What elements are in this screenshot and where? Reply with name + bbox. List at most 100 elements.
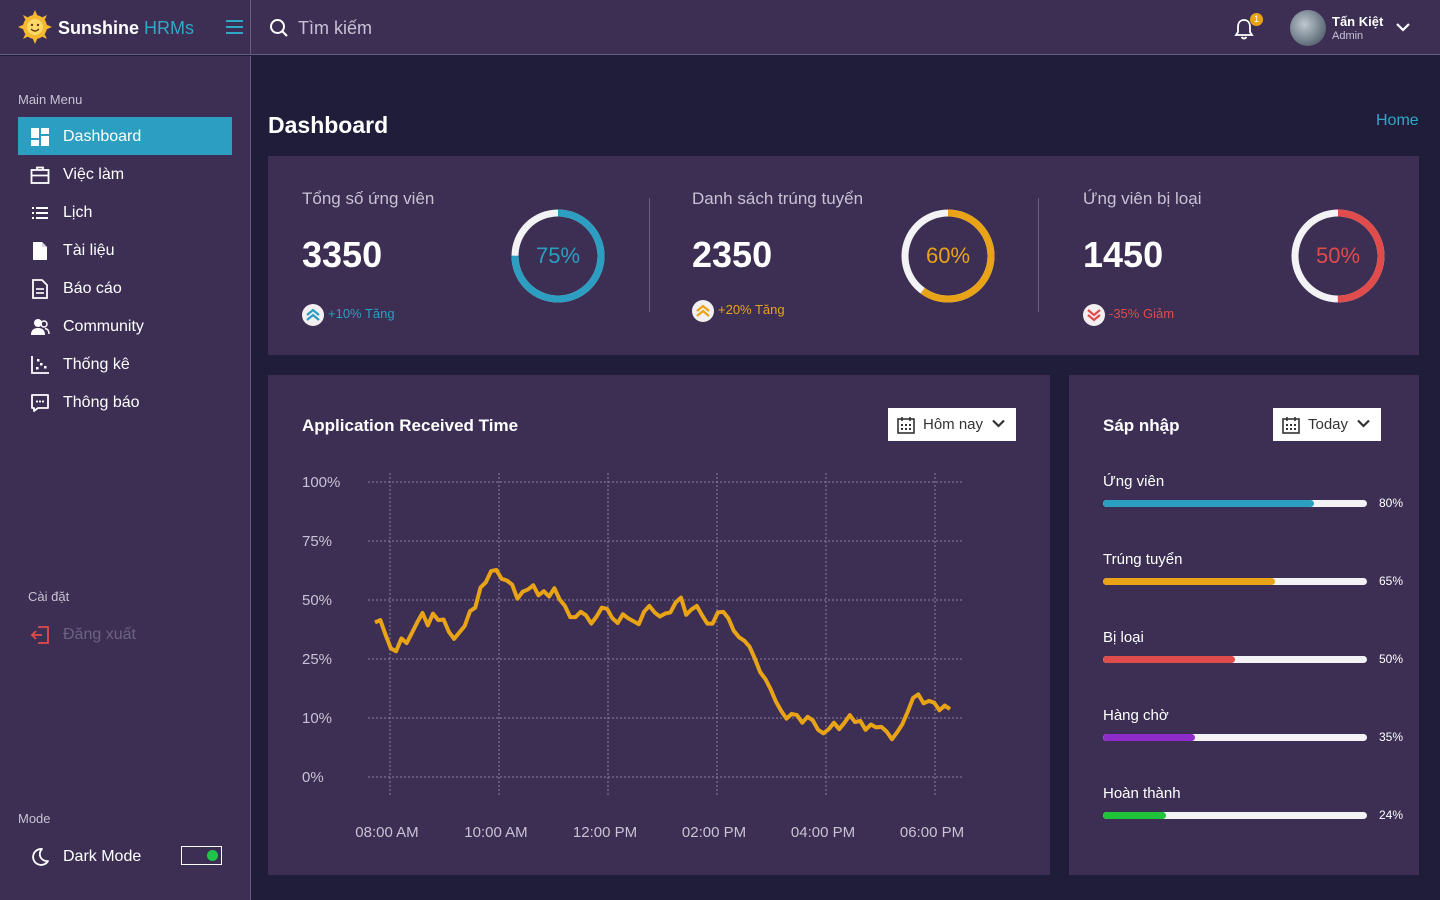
y-tick-label: 0% — [302, 769, 324, 786]
divider — [649, 198, 650, 312]
progress-track — [1103, 656, 1367, 663]
progress-fill — [1103, 812, 1167, 819]
chart-card: Application Received Time Hôm nay 100% 75… — [268, 375, 1050, 875]
trend-text: +10% Tăng — [328, 306, 395, 321]
dark-mode-label: Dark Mode — [63, 848, 142, 865]
y-tick-label: 100% — [302, 474, 340, 491]
sidebar-item-label: Community — [63, 318, 144, 335]
x-tick-label: 02:00 PM — [682, 824, 746, 841]
logout-button[interactable]: Đăng xuất — [18, 615, 232, 653]
x-tick-label: 08:00 AM — [355, 824, 418, 841]
trend-up-icon — [302, 303, 324, 326]
breadcrumb-home[interactable]: Home — [1376, 112, 1419, 130]
menu-toggle-icon[interactable] — [226, 20, 243, 34]
progress-ring: 75% — [511, 209, 605, 303]
toggle-knob — [207, 850, 218, 861]
x-tick-label: 04:00 PM — [791, 824, 855, 841]
search-icon — [270, 19, 288, 37]
merge-period-dropdown[interactable]: Today — [1273, 408, 1381, 441]
sidebar-item-community[interactable]: Community — [18, 307, 232, 345]
sidebar-item-label: Đăng xuất — [63, 626, 136, 643]
progress-label: Hàng chờ — [1103, 707, 1169, 724]
line-chart: 100% 75% 50% 25% 10% 0% 08:00 AM 10:00 AM 12:00 … — [302, 473, 964, 841]
users-icon — [31, 319, 50, 335]
report-icon — [32, 279, 48, 299]
y-tick-label: 50% — [302, 592, 332, 609]
chevron-down-icon — [1357, 419, 1370, 428]
progress-percent: 35% — [1379, 730, 1404, 744]
y-tick-label: 25% — [302, 651, 332, 668]
brand[interactable]: Sunshine HRMs — [0, 0, 251, 55]
stat-change: +20% Tăng — [692, 298, 785, 322]
stats-panel: Tổng số ứng viên 3350 75% +10% Tăng Danh… — [268, 156, 1419, 355]
stat-title: Ứng viên bị loại — [1083, 189, 1202, 208]
ring-label: 50% — [1316, 243, 1360, 268]
stat-value: 1450 — [1083, 234, 1164, 275]
page-title: Dashboard — [268, 112, 389, 138]
avatar[interactable] — [1290, 10, 1326, 46]
trend-text: +20% Tăng — [718, 302, 785, 317]
sidebar-item-label: Lịch — [63, 204, 93, 221]
progress-item-completed: Hoàn thành 24% — [1103, 785, 1403, 835]
sidebar-item-reports[interactable]: Báo cáo — [18, 269, 232, 307]
main-menu-label: Main Menu — [18, 92, 83, 107]
x-tick-label: 12:00 PM — [573, 824, 637, 841]
y-tick-label: 10% — [302, 710, 332, 727]
x-tick-label: 10:00 AM — [464, 824, 527, 841]
chevron-down-icon[interactable] — [1396, 22, 1410, 32]
progress-ring: 50% — [1291, 209, 1385, 303]
progress-label: Bị loại — [1103, 629, 1144, 646]
progress-track — [1103, 500, 1367, 507]
user-name: Tấn Kiệt — [1332, 14, 1384, 29]
divider — [1038, 198, 1039, 312]
trend-down-icon — [1083, 303, 1105, 326]
stat-hired: Danh sách trúng tuyển 2350 60% +20% Tăng — [658, 156, 1041, 355]
sidebar-item-dashboard[interactable]: Dashboard — [18, 117, 232, 155]
series-line — [374, 567, 952, 742]
trend-up-icon — [692, 299, 714, 322]
search-input[interactable] — [298, 14, 898, 42]
progress-track — [1103, 734, 1367, 741]
sidebar-item-notifications[interactable]: Thông báo — [18, 383, 232, 421]
list-icon — [32, 207, 48, 219]
progress-track — [1103, 812, 1367, 819]
sun-logo-icon — [18, 10, 52, 44]
briefcase-icon — [30, 166, 50, 184]
dark-mode-toggle[interactable] — [181, 846, 222, 865]
sidebar-item-jobs[interactable]: Việc làm — [18, 155, 232, 193]
progress-percent: 50% — [1379, 652, 1404, 666]
progress-label: Trúng tuyển — [1103, 551, 1183, 568]
progress-fill — [1103, 656, 1235, 663]
file-icon — [33, 242, 47, 260]
sidebar: Main Menu Dashboard Việc làm Lịch Tài li… — [0, 56, 251, 900]
sidebar-item-label: Thông báo — [63, 394, 140, 411]
logout-icon — [30, 626, 49, 644]
calendar-icon — [1282, 417, 1300, 434]
progress-label: Hoàn thành — [1103, 785, 1181, 802]
progress-percent: 24% — [1379, 808, 1404, 822]
sidebar-item-documents[interactable]: Tài liệu — [18, 231, 232, 269]
progress-fill — [1103, 734, 1196, 741]
progress-label: Ứng viên — [1103, 473, 1165, 490]
progress-item-pending: Hàng chờ 35% — [1103, 707, 1403, 757]
progress-percent: 65% — [1379, 574, 1404, 588]
sidebar-item-calendar[interactable]: Lịch — [18, 193, 232, 231]
sidebar-item-statistics[interactable]: Thống kê — [18, 345, 232, 383]
progress-item-candidates: Ứng viên 80% — [1103, 473, 1403, 523]
moon-icon — [32, 848, 49, 866]
sidebar-item-label: Thống kê — [63, 356, 130, 373]
progress-fill — [1103, 500, 1315, 507]
trend-text: -35% Giảm — [1109, 306, 1175, 321]
progress-fill — [1103, 578, 1275, 585]
y-tick-label: 75% — [302, 533, 332, 550]
progress-item-hired: Trúng tuyển 65% — [1103, 551, 1403, 601]
stat-value: 3350 — [302, 234, 383, 275]
stat-change: -35% Giảm — [1083, 302, 1174, 326]
stat-change: +10% Tăng — [302, 302, 395, 326]
stat-total-candidates: Tổng số ứng viên 3350 75% +10% Tăng — [268, 156, 651, 355]
settings-label: Cài đặt — [28, 589, 70, 604]
stat-title: Danh sách trúng tuyển — [692, 189, 864, 208]
scatter-chart-icon — [31, 356, 49, 374]
x-tick-label: 06:00 PM — [900, 824, 964, 841]
notification-badge: 1 — [1250, 13, 1263, 26]
